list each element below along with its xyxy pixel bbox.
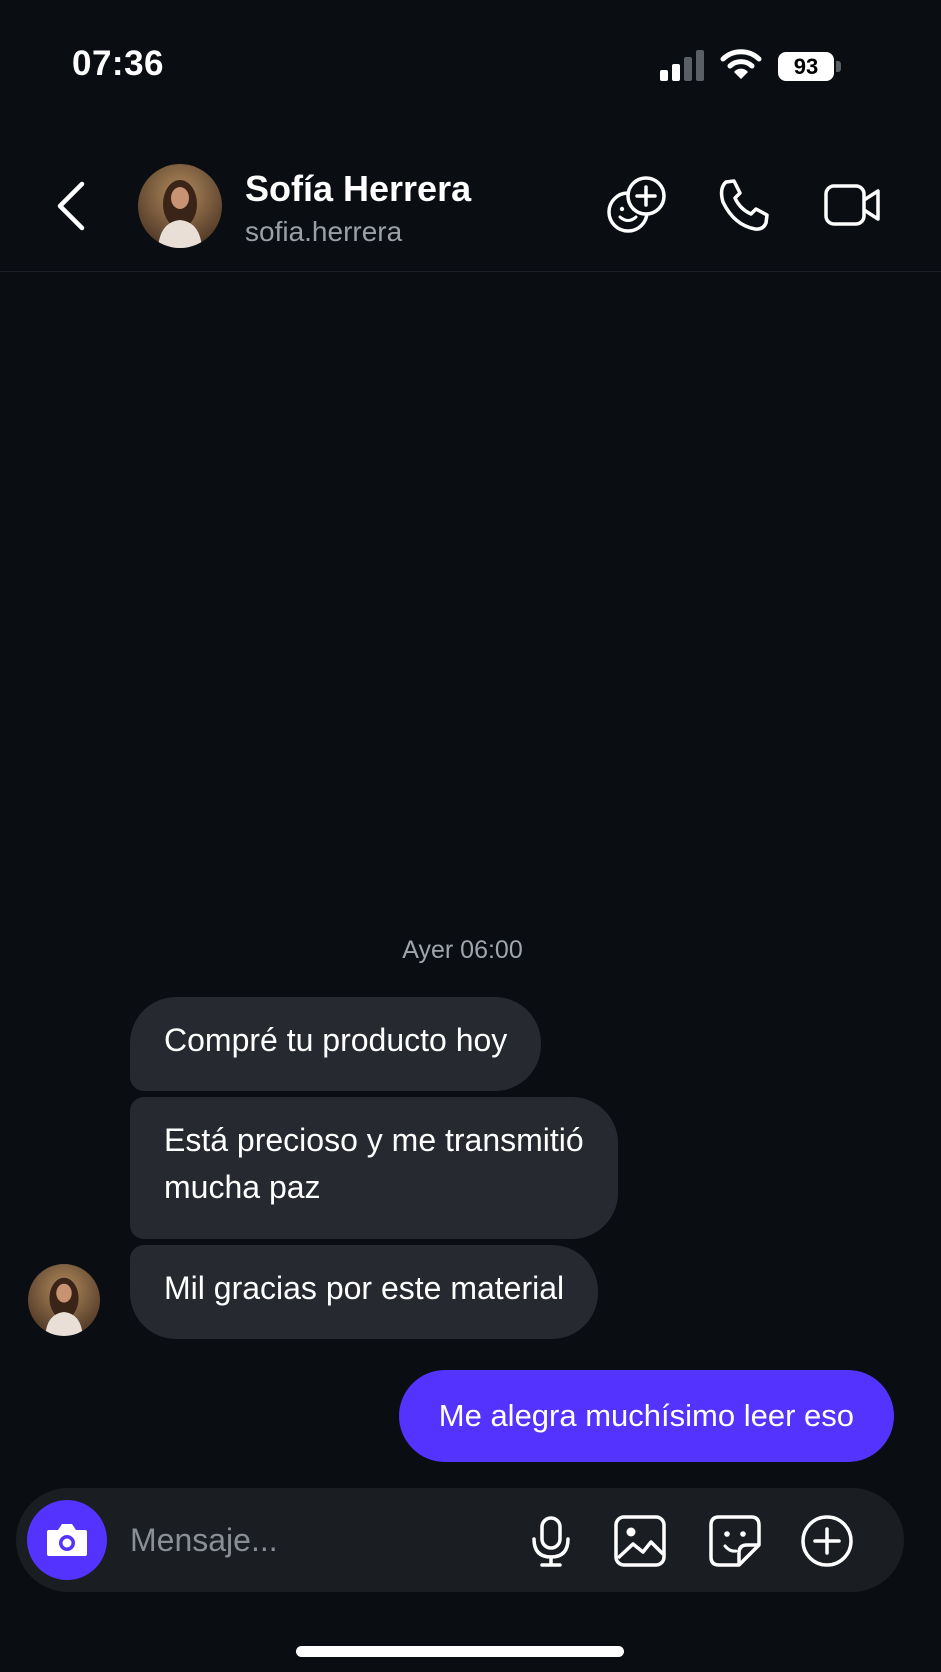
back-icon[interactable] [50,176,94,236]
received-message[interactable]: Compré tu producto hoy [130,997,542,1091]
chat-screen: 07:36 93 Sofía Herrera sofia.herrera Aye… [0,0,941,1672]
signal-icon [660,50,706,82]
plus-icon[interactable] [798,1512,856,1570]
microphone-icon[interactable] [522,1512,580,1570]
avatar[interactable] [138,164,222,248]
contact-name[interactable]: Sofía Herrera [245,168,471,210]
battery-icon: 93 [778,52,834,81]
wifi-icon [720,48,762,80]
gallery-icon[interactable] [611,1512,669,1570]
received-message[interactable]: Mil gracias por este material [130,1245,599,1339]
battery-cap [836,61,841,72]
phone-icon[interactable] [710,172,776,238]
home-indicator[interactable] [296,1646,624,1657]
received-message[interactable]: Está precioso y me transmitió mucha paz [130,1097,618,1239]
sent-message[interactable]: Me alegra muchísimo leer eso [398,1370,894,1462]
sticker-icon[interactable] [706,1512,764,1570]
message-timestamp: Ayer 06:00 [402,936,523,964]
message-composer [16,1488,904,1592]
status-time: 07:36 [72,44,165,83]
camera-icon[interactable] [27,1500,107,1580]
sender-avatar[interactable] [28,1264,100,1336]
add-people-icon[interactable] [604,172,670,238]
message-input[interactable] [130,1514,490,1566]
contact-username[interactable]: sofia.herrera [245,216,402,248]
chat-header: Sofía Herrera sofia.herrera [0,140,941,272]
video-camera-icon[interactable] [820,172,886,238]
